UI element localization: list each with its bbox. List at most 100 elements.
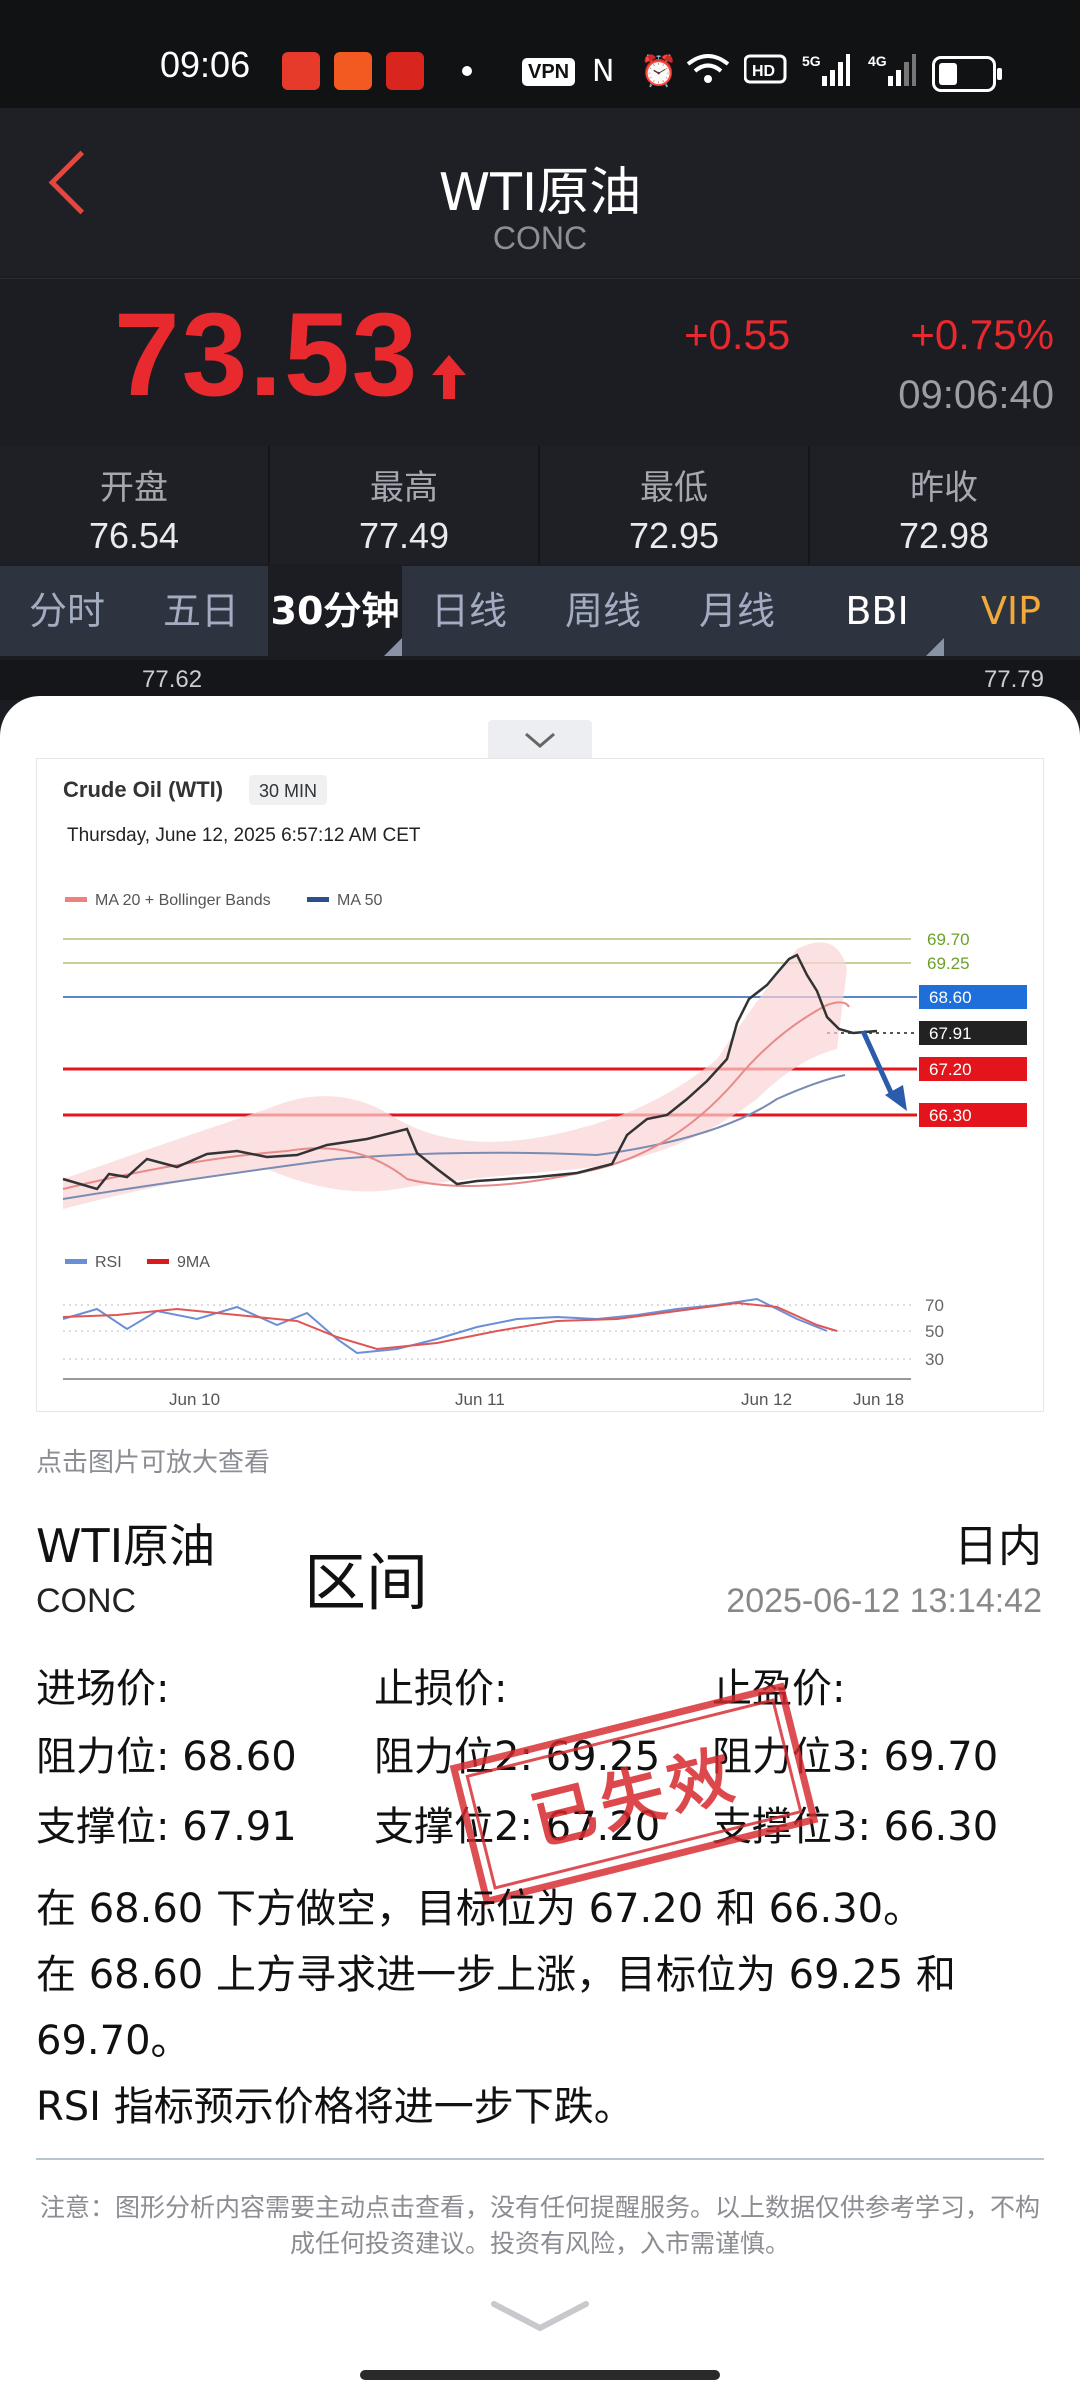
tab-monthly[interactable]: 月线 [670,566,804,656]
rsi-level-label: 50 [925,1322,944,1341]
chevron-down-icon[interactable] [486,2298,594,2338]
rsi-9ma-line [62,1301,838,1351]
tab-vip[interactable]: VIP [944,566,1078,656]
stat-value: 72.95 [628,515,720,556]
disclaimer: 注意：图形分析内容需要主动点击查看，没有任何提醒服务。以上数据仅供参考学习，不构… [40,2193,1041,2258]
dropdown-corner-icon [384,638,402,656]
peek-right-value: 77.79 [983,666,1044,693]
stat-label: 最高 [370,468,438,508]
chart-timestamp: Thursday, June 12, 2025 6:57:12 AM CET [67,825,421,846]
taobao-app-icon [282,52,320,90]
stats-row: 开盘 76.54 最高 77.49 最低 72.95 昨收 72.98 [0,446,1080,564]
signal-5g-icon: 5G [800,52,850,99]
price-change: +0.55 [684,311,791,358]
alarm-icon: ⏰ [640,54,678,89]
level-label: 69.25 [927,954,970,973]
legend-rsi: RSI [95,1254,122,1271]
chart-interval: 30 MIN [259,781,317,801]
svg-text:HD: HD [752,63,775,80]
entry-price-header: 进场价: [36,1666,170,1712]
page-title: WTI原油 [438,163,642,223]
legend-9ma: 9MA [177,1254,210,1271]
analysis-sheet: Crude Oil (WTI) 30 MIN Thursday, June 12… [0,696,1080,2400]
stat-open: 开盘 76.54 [0,446,270,564]
level-label: 66.30 [929,1106,972,1125]
x-axis-label: Jun 11 [455,1390,505,1409]
analysis-timestamp: 2025-06-12 13:14:42 [726,1582,1042,1620]
stat-label: 最低 [640,468,708,508]
quote-time: 09:06:40 [898,373,1054,417]
dropdown-corner-icon [926,638,944,656]
analysis-period: 日内 [954,1521,1042,1572]
app-header: WTI原油 CONC [0,108,1080,276]
rsi-level-label: 30 [925,1350,944,1369]
quote-panel: 73.53 +0.55 +0.75% 09:06:40 [0,278,1080,445]
stat-label: 昨收 [910,468,978,508]
battery-icon [932,56,1002,92]
analysis-instrument-name: WTI原油 [36,1519,216,1573]
tab-daily[interactable]: 日线 [402,566,536,656]
level-label: 67.91 [929,1024,972,1043]
tab-intraday[interactable]: 分时 [0,566,134,656]
price-change-percent: +0.75% [910,311,1054,358]
price-up-arrow-icon [432,355,466,399]
tab-30min[interactable]: 30分钟 [268,566,402,656]
collapse-sheet-button[interactable] [488,720,592,762]
analysis-paragraph: 在 68.60 下方做空，目标位为 67.20 和 66.30。 [36,1886,924,1932]
chart-title: Crude Oil (WTI) [63,777,223,802]
signal-4g-icon: 4G [866,52,916,99]
news-app-icon [386,52,424,90]
underlying-chart-peek: 77.62 77.79 [0,660,1080,700]
status-bar: 09:06 VPN N ⏰ HD 5G 4G [0,0,1080,108]
enlarge-hint: 点击图片可放大查看 [36,1448,271,1478]
last-price: 73.53 [114,289,420,421]
chevron-down-icon [525,732,555,748]
expired-stamp: 已失效 [449,1682,819,1906]
tab-bbi[interactable]: BBI [810,566,944,656]
notification-dot-icon [462,66,472,76]
hd-voice-icon: HD [743,52,788,97]
stat-high: 最高 77.49 [270,446,540,564]
analysis-type: 区间 [304,1546,429,1619]
stat-value: 72.98 [898,515,990,556]
legend-ma50: MA 50 [337,892,382,909]
rsi-level-label: 70 [925,1296,944,1315]
level-label: 68.60 [929,988,972,1007]
bollinger-band-area [63,942,847,1209]
legend-ma20: MA 20 + Bollinger Bands [95,892,271,909]
analysis-paragraph: RSI 指标预示价格将进一步下跌。 [36,2084,634,2130]
support-1: 支撑位: 67.91 [36,1804,297,1850]
resistance-1: 阻力位: 68.60 [36,1734,297,1780]
tab-five-day[interactable]: 五日 [134,566,268,656]
analysis-chart-image[interactable]: Crude Oil (WTI) 30 MIN Thursday, June 12… [36,758,1044,1412]
vpn-icon: VPN [522,58,576,86]
securities-app-icon [334,52,372,90]
home-indicator[interactable] [360,2370,720,2380]
divider [36,2158,1044,2160]
stat-prev-close: 昨收 72.98 [810,446,1078,564]
forecast-arrow-icon [860,1029,896,1099]
stat-label: 开盘 [100,468,168,508]
stat-value: 77.49 [358,515,450,556]
nfc-icon: N [592,54,615,89]
period-tabs: 分时 五日 30分钟 日线 周线 月线 BBI VIP [0,566,1080,656]
status-time: 09:06 [160,44,251,85]
x-axis-label: Jun 10 [169,1390,220,1409]
stop-loss-header: 止损价: [374,1666,508,1712]
wifi-icon [686,52,730,97]
x-axis-label: Jun 18 [853,1390,904,1409]
analysis-paragraph: 在 68.60 上方寻求进一步上涨，目标位为 69.25 和 69.70。 [36,1952,956,2064]
analysis-instrument-code: CONC [36,1582,137,1620]
x-axis-label: Jun 12 [741,1390,792,1409]
instrument-code: CONC [492,220,588,256]
tab-label: BBI [845,589,909,633]
svg-text:4G: 4G [868,53,887,69]
level-label: 67.20 [929,1060,972,1079]
level-label: 69.70 [927,930,970,949]
tab-weekly[interactable]: 周线 [536,566,670,656]
stat-value: 76.54 [88,515,180,556]
tab-label: 30分钟 [270,589,400,633]
svg-text:5G: 5G [802,53,821,69]
peek-left-value: 77.62 [142,666,203,693]
stat-low: 最低 72.95 [540,446,810,564]
